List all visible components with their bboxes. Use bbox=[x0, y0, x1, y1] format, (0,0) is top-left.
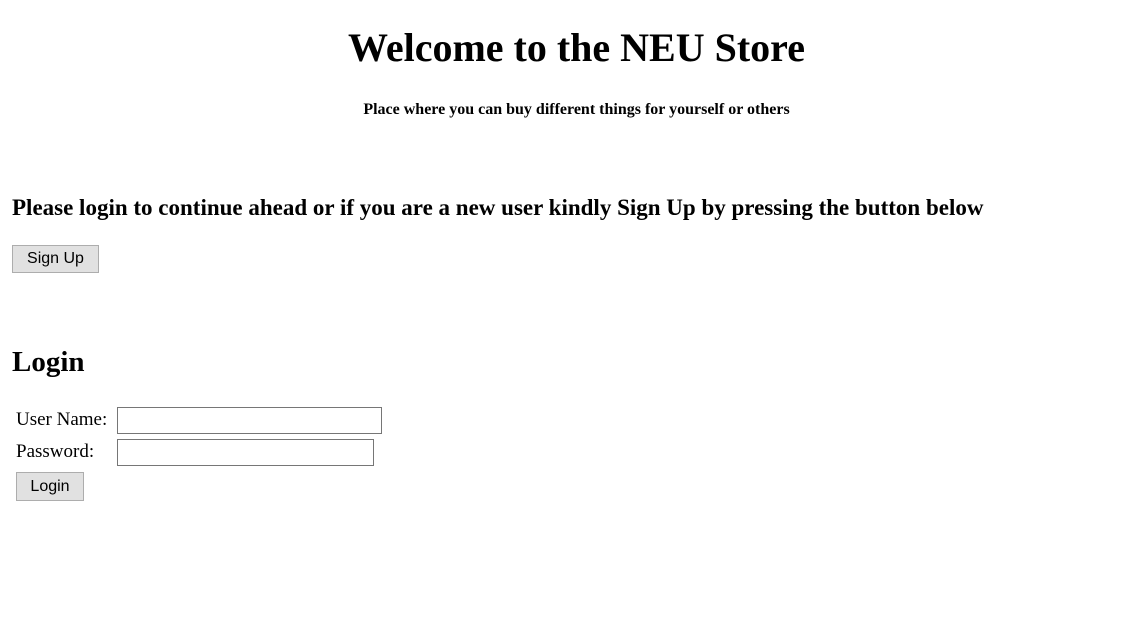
store-tagline: Place where you can buy different things… bbox=[363, 101, 790, 118]
username-label: User Name: bbox=[16, 409, 108, 430]
password-label: Password: bbox=[16, 441, 95, 462]
sign-up-button[interactable]: Sign Up bbox=[12, 245, 99, 273]
password-input[interactable] bbox=[117, 439, 374, 466]
store-landing-page: Welcome to the NEU Store Place where you… bbox=[0, 0, 1148, 621]
login-button[interactable]: Login bbox=[16, 472, 84, 501]
login-signup-instructions: Please login to continue ahead or if you… bbox=[12, 195, 984, 220]
login-heading: Login bbox=[12, 346, 85, 378]
username-input[interactable] bbox=[117, 407, 382, 434]
page-title: Welcome to the NEU Store bbox=[348, 25, 805, 70]
